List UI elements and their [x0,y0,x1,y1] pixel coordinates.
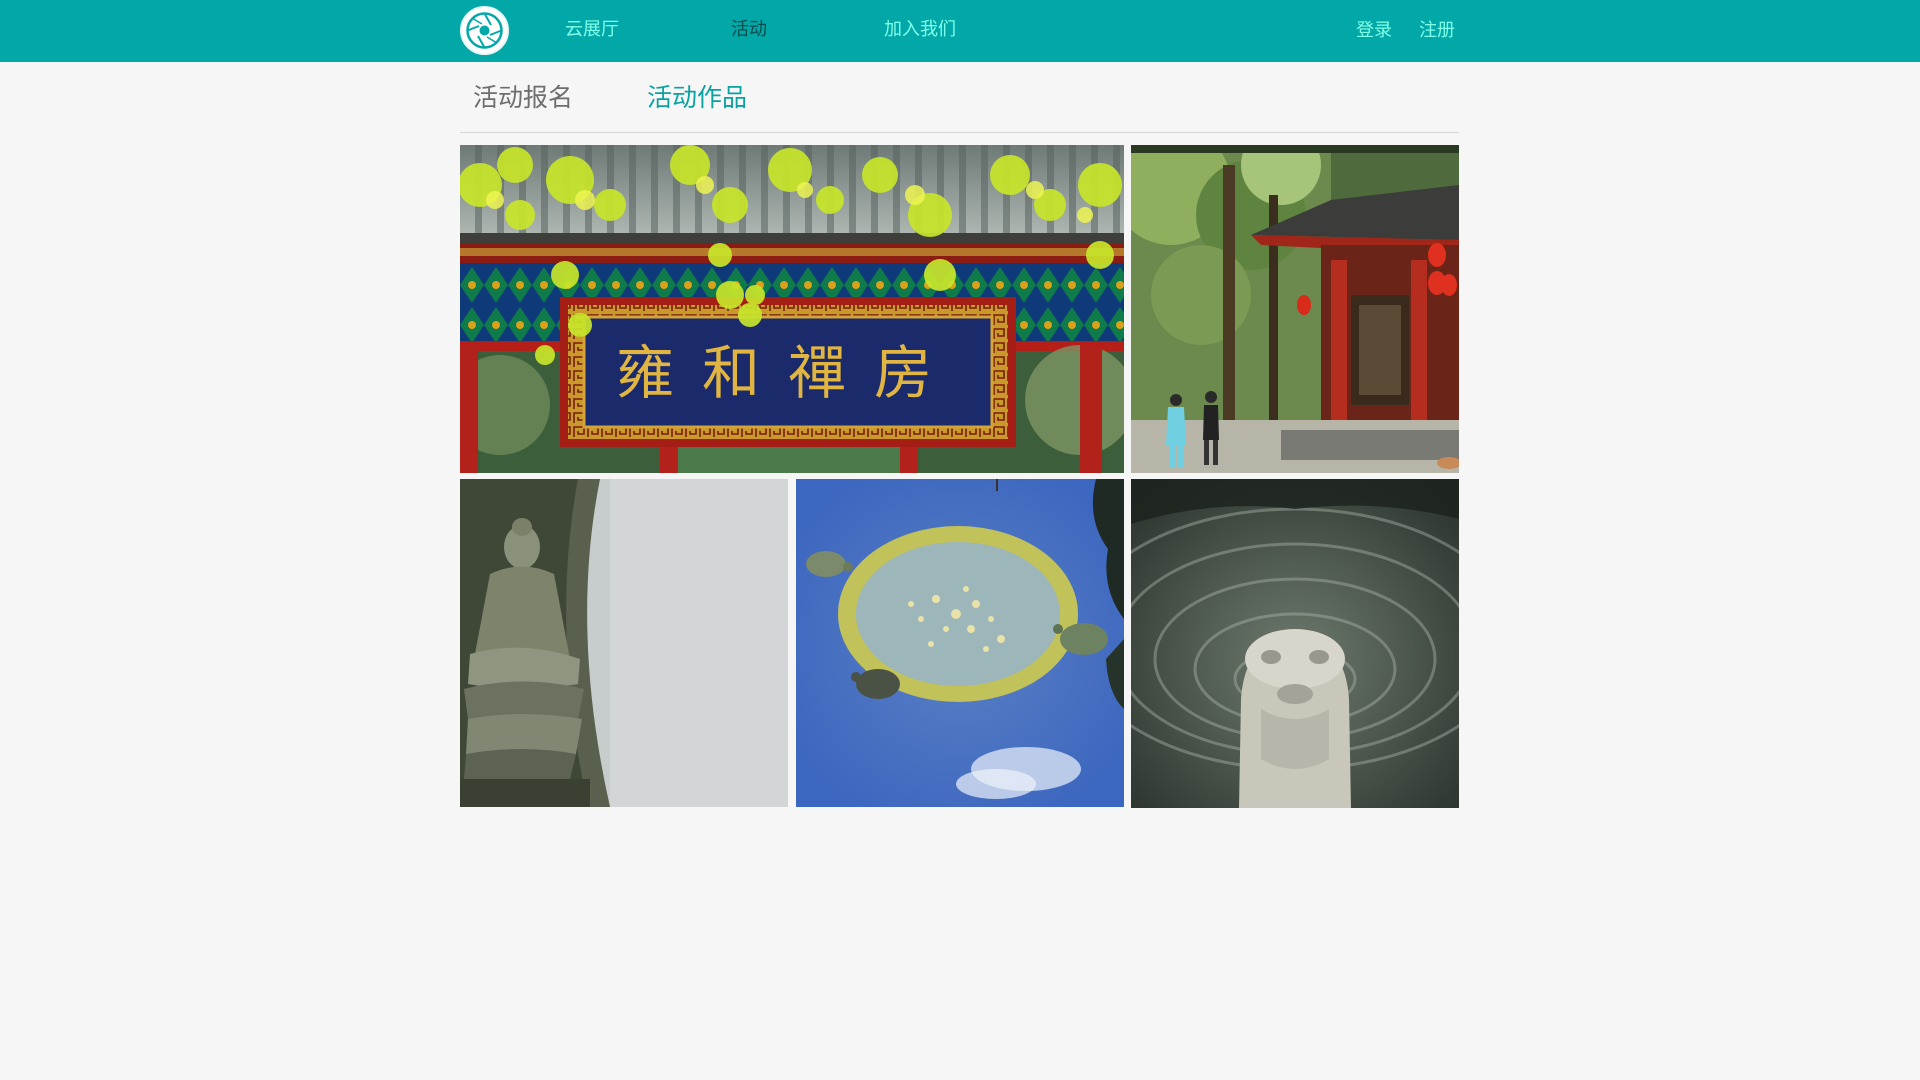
tai-chi-pavilion-photo[interactable] [1131,145,1459,473]
plaque-text: 雍和禪房 [616,339,960,407]
camera-aperture-icon[interactable] [460,6,509,55]
nav-activity-link[interactable]: 活动 [731,18,767,42]
tab-activity-works[interactable]: 活动作品 [647,82,747,114]
buddha-niche-photo[interactable] [460,479,788,807]
stone-beast-fountain-photo[interactable] [1131,479,1459,808]
login-link[interactable]: 登录 [1356,19,1392,43]
turtle-pond-photo[interactable] [796,479,1124,807]
tab-activity-signup[interactable]: 活动报名 [473,82,573,114]
activity-tabs: 活动报名 活动作品 [460,62,1459,133]
nav-gallery-link[interactable]: 云展厅 [565,18,619,42]
top-navigation-bar: 云展厅 活动 加入我们 登录 注册 [0,0,1920,62]
register-link[interactable]: 注册 [1419,19,1455,43]
temple-gate-plaque-photo[interactable]: 雍和禪房 [460,145,1124,473]
nav-join-link[interactable]: 加入我们 [884,18,956,42]
